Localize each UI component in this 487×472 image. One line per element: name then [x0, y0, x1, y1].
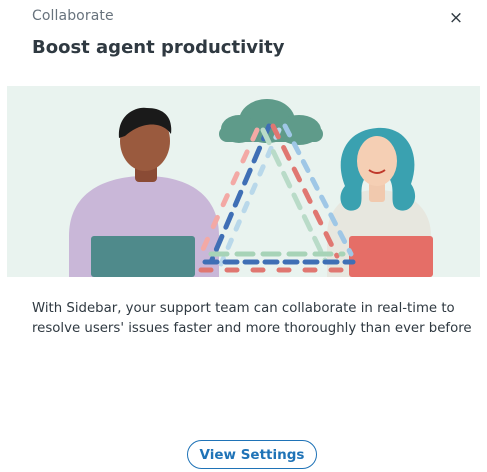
modal-title: Boost agent productivity [32, 37, 285, 58]
close-icon[interactable]: × [444, 6, 468, 30]
collaboration-illustration [7, 86, 480, 277]
left-person [69, 107, 219, 277]
modal-description: With Sidebar, your support team can coll… [32, 301, 472, 336]
cloud-graphic [219, 99, 323, 145]
modal-eyebrow: Collaborate [32, 8, 114, 24]
view-settings-button[interactable]: View Settings [187, 440, 317, 469]
